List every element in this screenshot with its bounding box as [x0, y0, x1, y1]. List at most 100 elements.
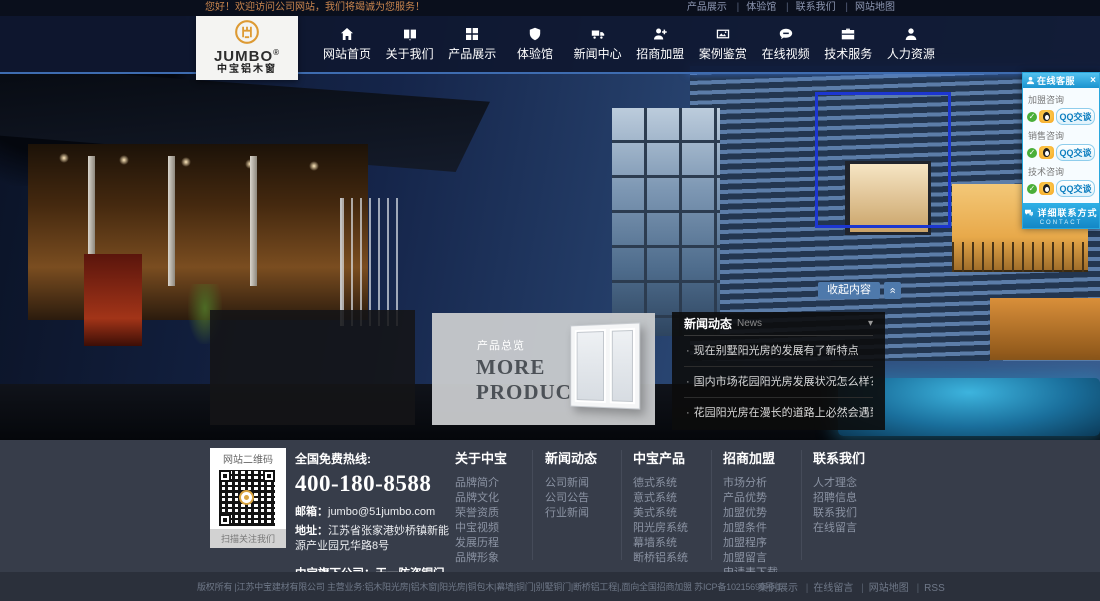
topbar-link-contact[interactable]: 联系我们: [779, 2, 836, 13]
window-product-image: [570, 322, 640, 409]
close-icon[interactable]: ×: [1090, 76, 1096, 86]
nav-item-cases[interactable]: 案例鉴赏: [696, 16, 750, 72]
footer-col-about: 关于中宝 品牌简介 品牌文化 荣誉资质 中宝视频 发展历程 品牌形象: [455, 448, 507, 566]
nav-item-about[interactable]: 关于我们: [383, 16, 437, 72]
footer-link[interactable]: 在线留言: [813, 521, 865, 535]
footer-col-news: 新闻动态 公司新闻 公司公告 行业新闻: [545, 448, 597, 521]
email-line: 邮箱：jumbo@51jumbo.com: [295, 505, 457, 520]
welcome-message: 您好！欢迎访问公司网站，我们将竭诚为您服务！: [205, 0, 425, 16]
main-nav: 网站首页 关于我们 产品展示 体验馆 新闻中心 招商加盟: [0, 16, 1100, 74]
footer-link[interactable]: 加盟优势: [723, 506, 778, 520]
news-item[interactable]: 现在别墅阳光房的发展有了新特点: [684, 336, 873, 367]
footer-link[interactable]: 市场分析: [723, 476, 778, 490]
shield-icon: [528, 27, 542, 41]
copyright-text: 版权所有 |江苏中宝建材有限公司 主营业务:铝木阳光房|铝木窗|阳光房|铜包木|…: [197, 580, 781, 593]
nav-item-home[interactable]: 网站首页: [320, 16, 374, 72]
footer-link[interactable]: 品牌简介: [455, 476, 507, 490]
nav-label: 新闻中心: [574, 45, 622, 62]
page: 您好！欢迎访问公司网站，我们将竭诚为您服务！ 产品展示 体验馆 联系我们 网站地…: [0, 0, 1100, 601]
footer-link[interactable]: 人才理念: [813, 476, 865, 490]
qq-group-label: 销售咨询: [1028, 129, 1095, 142]
qr-title: 网站二维码: [210, 448, 286, 468]
nav-label: 网站首页: [323, 45, 371, 62]
footer-link[interactable]: 品牌文化: [455, 491, 507, 505]
hero-glass-atrium: [612, 108, 720, 336]
collapse-content-button[interactable]: 收起内容: [818, 282, 880, 299]
nav-label: 产品展示: [448, 45, 496, 62]
qq-chat-button[interactable]: QQ交谈: [1056, 180, 1095, 197]
products-tag: 产品总览: [477, 337, 525, 353]
online-status-icon: ✓: [1027, 184, 1037, 194]
footer-link[interactable]: 加盟程序: [723, 536, 778, 550]
nav-item-news[interactable]: 新闻中心: [571, 16, 625, 72]
hero-highlight-box: [815, 92, 951, 228]
nav-item-tech-service[interactable]: 技术服务: [821, 16, 875, 72]
nav-item-products[interactable]: 产品展示: [445, 16, 499, 72]
nav-item-showroom[interactable]: 体验馆: [508, 16, 562, 72]
qq-chat-button[interactable]: QQ交谈: [1056, 108, 1095, 125]
contact-details-subtext: CONTACT: [1023, 220, 1099, 226]
footer-link[interactable]: 公司新闻: [545, 476, 597, 490]
hero-red-wall: [84, 254, 142, 346]
footer-link[interactable]: 德式系统: [633, 476, 688, 490]
topbar-link-showroom[interactable]: 体验馆: [730, 2, 777, 13]
footer-link[interactable]: 阳光房系统: [633, 521, 688, 535]
bottom-links: 案例展示 在线留言 网站地图 RSS: [758, 579, 945, 594]
qq-group-franchise: 加盟咨询 ✓ QQ交谈: [1027, 93, 1095, 125]
address-line: 地址：江苏省张家港妙桥镇新能源产业园兄华路8号: [295, 524, 457, 554]
footer-col-title: 新闻动态: [545, 448, 597, 467]
topbar-links: 产品展示 体验馆 联系我们 网站地图: [687, 0, 895, 16]
more-products-panel[interactable]: 产品总览 MORE PRODUCTS: [432, 313, 655, 425]
qq-chat-button[interactable]: QQ交谈: [1056, 144, 1095, 161]
bottom-link-rss[interactable]: RSS: [912, 583, 945, 594]
qr-logo-icon: [239, 490, 254, 505]
footer-divider: [532, 450, 533, 560]
footer-link[interactable]: 品牌形象: [455, 551, 507, 565]
product-banner[interactable]: [210, 310, 415, 425]
footer-link[interactable]: 断桥铝系统: [633, 551, 688, 565]
bottom-link-message[interactable]: 在线留言: [801, 583, 854, 594]
footer-link[interactable]: 意式系统: [633, 491, 688, 505]
footer-link[interactable]: 招聘信息: [813, 491, 865, 505]
news-item[interactable]: 花园阳光房在漫长的道路上必然会遇到各种挑战: [684, 398, 873, 428]
footer-link[interactable]: 加盟条件: [723, 521, 778, 535]
nav-item-videos[interactable]: 在线视频: [759, 16, 813, 72]
footer-link[interactable]: 产品优势: [723, 491, 778, 505]
footer-link[interactable]: 加盟留言: [723, 551, 778, 565]
jumbo-monogram-icon: [234, 19, 260, 45]
footer-link[interactable]: 联系我们: [813, 506, 865, 520]
hero-balcony-rail: [952, 242, 1088, 272]
footer-link[interactable]: 幕墙系统: [633, 536, 688, 550]
topbar-link-products[interactable]: 产品展示: [687, 2, 727, 13]
footer-divider: [711, 450, 712, 560]
qq-penguin-icon: [1039, 110, 1054, 123]
user-plus-icon: [653, 27, 667, 41]
nav-item-franchise[interactable]: 招商加盟: [633, 16, 687, 72]
chevron-down-icon[interactable]: ▾: [868, 318, 873, 329]
collapse-chevron-icon[interactable]: «: [884, 282, 901, 299]
site-logo[interactable]: JUMBO® 中宝铝木窗: [196, 16, 298, 80]
qq-group-sales: 销售咨询 ✓ QQ交谈: [1027, 129, 1095, 161]
news-header: 新闻动态 News ▾: [684, 312, 873, 336]
footer-link[interactable]: 中宝视频: [455, 521, 507, 535]
truck-icon: [591, 27, 605, 41]
user-icon: [904, 27, 918, 41]
book-icon: [403, 27, 417, 41]
nav-item-hr[interactable]: 人力资源: [884, 16, 938, 72]
footer-divider: [801, 450, 802, 560]
news-item[interactable]: 国内市场花园阳光房发展状况怎么样？: [684, 367, 873, 398]
qr-card: 网站二维码 扫描关注我们: [210, 448, 286, 548]
footer-link[interactable]: 行业新闻: [545, 506, 597, 520]
contact-details-button[interactable]: 详细联系方式 CONTACT: [1023, 203, 1099, 228]
footer-col-title: 招商加盟: [723, 448, 778, 467]
footer-link[interactable]: 发展历程: [455, 536, 507, 550]
bottom-link-sitemap[interactable]: 网站地图: [856, 583, 909, 594]
chat-bubble-icon: [1024, 209, 1034, 217]
online-status-icon: ✓: [1027, 148, 1037, 158]
qq-penguin-icon: [1039, 182, 1054, 195]
bottom-link-cases[interactable]: 案例展示: [758, 583, 798, 594]
footer-link[interactable]: 公司公告: [545, 491, 597, 505]
footer-link[interactable]: 荣誉资质: [455, 506, 507, 520]
topbar-link-sitemap[interactable]: 网站地图: [838, 2, 895, 13]
footer-link[interactable]: 美式系统: [633, 506, 688, 520]
